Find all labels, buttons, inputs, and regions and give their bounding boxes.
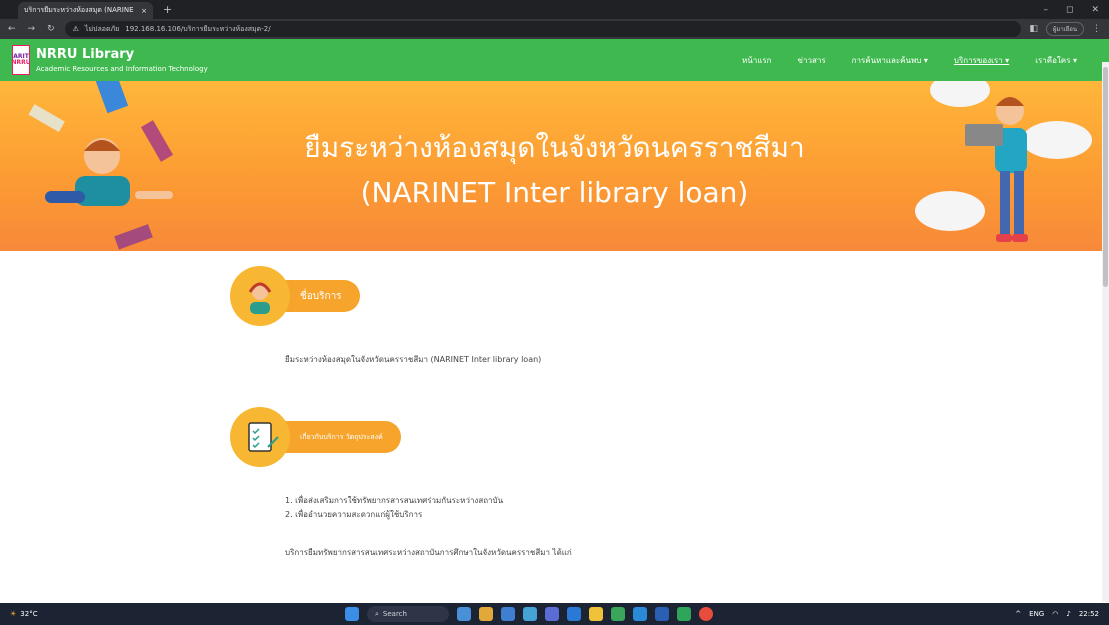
back-icon[interactable]: ← [8,24,16,34]
tab-title: บริการยืมระหว่างห้องสมุด (NARINE [24,6,134,14]
banner-title-line1: ยืมระหว่างห้องสมุดในจังหวัดนครราชสีมา [304,131,805,164]
site-tagline: Academic Resources and Information Techn… [36,65,208,73]
not-secure-label: ไม่ปลอดภัย [84,24,120,33]
app-icon[interactable] [567,607,581,621]
close-window-icon[interactable]: ✕ [1091,5,1099,15]
clock[interactable]: 22:52 [1079,610,1099,618]
volume-icon[interactable]: ♪ [1066,610,1070,618]
url-field[interactable]: ⚠ ไม่ปลอดภัย 192.168.16.106/บริการยืมระห… [64,21,1022,37]
folder-icon[interactable] [589,607,603,621]
browser-tabbar: บริการยืมระหว่างห้องสมุด (NARINE × + – ◻… [0,0,1109,19]
headset-icon [230,266,290,326]
menu-icon[interactable]: ⋮ [1092,24,1101,34]
chrome-icon[interactable] [699,607,713,621]
edge-icon[interactable] [523,607,537,621]
page-scrollbar[interactable] [1102,62,1109,602]
checklist-icon [230,407,290,467]
minimize-icon[interactable]: – [1043,5,1048,15]
weather-widget[interactable]: ☀ 32°C [10,610,38,618]
start-icon[interactable] [345,607,359,621]
main-content: ชื่อบริการ ยืมระหว่างห้องสมุดในจังหวัดนค… [0,251,1109,578]
menu-item-services[interactable]: บริการของเรา ▾ [954,54,1009,67]
section-about: เกี่ยวกับบริการ วัตถุประสงค์ [230,407,1109,467]
site-navbar: ARIT NRRU NRRU Library Academic Resource… [0,39,1109,81]
app-icon[interactable] [501,607,515,621]
section-heading: เกี่ยวกับบริการ วัตถุประสงค์ [276,421,401,453]
widgets-icon[interactable] [457,607,471,621]
profile-button[interactable]: ผู้มาเยือน [1045,22,1084,36]
window-controls: – ◻ ✕ [1043,5,1109,15]
word-icon[interactable] [655,607,669,621]
windows-taskbar: ☀ 32°C ⌕ Search ^ ENG ◠ ♪ 22:52 [0,603,1109,625]
menu-item-home[interactable]: หน้าแรก [742,54,772,67]
hero-banner: ยืมระหว่างห้องสมุดในจังหวัดนครราชสีมา (N… [0,81,1109,251]
address-bar-row: ← → ↻ ⚠ ไม่ปลอดภัย 192.168.16.106/บริการ… [0,19,1109,39]
site-logo[interactable]: ARIT NRRU NRRU Library Academic Resource… [11,45,208,75]
taskbar-apps: ⌕ Search [345,606,713,622]
close-tab-icon[interactable]: × [141,7,147,15]
system-tray: ^ ENG ◠ ♪ 22:52 [1015,610,1099,618]
main-menu: หน้าแรก ข่าวสาร การค้นหาและค้นพบ ▾ บริกา… [742,54,1077,67]
taskbar-search[interactable]: ⌕ Search [367,606,449,622]
section-service-name: ชื่อบริการ [230,266,1109,326]
lang-indicator[interactable]: ENG [1029,610,1044,618]
sidepanel-icon[interactable]: ◧ [1029,24,1038,34]
app-icon[interactable] [633,607,647,621]
not-secure-icon[interactable]: ⚠ [73,25,79,33]
app-icon[interactable] [611,607,625,621]
menu-item-search[interactable]: การค้นหาและค้นพบ ▾ [852,54,928,67]
institutions-intro-text: บริการยืมทรัพยากรสารสนเทศระหว่างสถาบันกา… [285,548,572,557]
app-icon[interactable] [545,607,559,621]
site-name: NRRU Library [36,47,135,62]
banner-title-line2: (NARINET Inter library loan) [360,176,749,209]
new-tab-button[interactable]: + [163,3,172,16]
chevron-up-icon[interactable]: ^ [1015,610,1021,618]
search-icon: ⌕ [375,609,379,618]
restore-icon[interactable]: ◻ [1066,5,1073,15]
scrollbar-thumb[interactable] [1103,67,1108,287]
objective-item: 2. เพื่ออำนวยความสะดวกแก่ผู้ใช้บริการ [285,510,423,519]
menu-item-news[interactable]: ข่าวสาร [797,54,825,67]
reload-icon[interactable]: ↻ [47,24,55,34]
temperature: 32°C [20,610,38,618]
objective-item: 1. เพื่อส่งเสริมการใช้ทรัพยากรสารสนเทศร่… [285,496,504,505]
url-text[interactable]: 192.168.16.106/บริการยืมระหว่างห้องสมุด-… [125,24,270,35]
menu-item-about[interactable]: เราคือใคร ▾ [1035,54,1077,67]
wifi-icon[interactable]: ◠ [1052,610,1058,618]
forward-icon[interactable]: → [28,24,36,34]
browser-tab[interactable]: บริการยืมระหว่างห้องสมุด (NARINE × [18,2,153,19]
app-icon[interactable] [677,607,691,621]
weather-icon: ☀ [10,610,17,618]
logo-mark: ARIT NRRU [11,45,31,75]
service-name-text: ยืมระหว่างห้องสมุดในจังหวัดนครราชสีมา (N… [285,355,542,364]
file-explorer-icon[interactable] [479,607,493,621]
